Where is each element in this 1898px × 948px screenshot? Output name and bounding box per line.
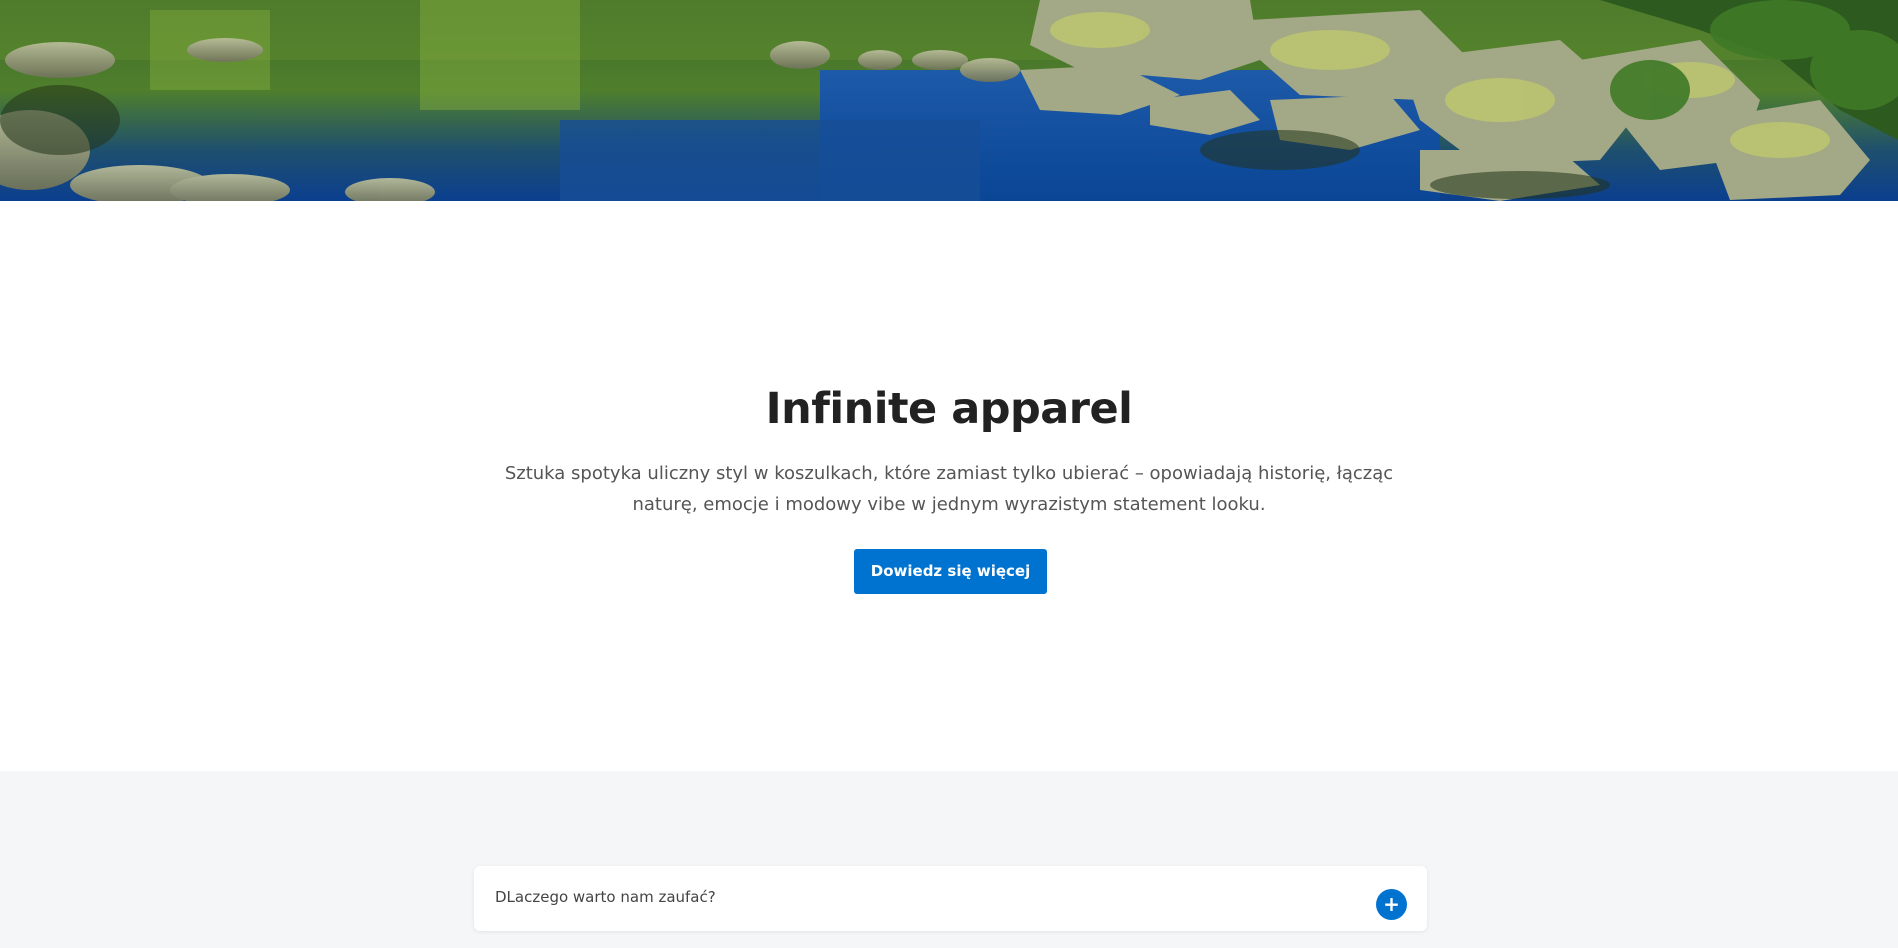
page-title: Infinite apparel xyxy=(765,384,1133,434)
faq-section: DLaczego warto nam zaufać? + xyxy=(0,771,1898,948)
lake-landscape-image xyxy=(0,0,1898,201)
faq-question: DLaczego warto nam zaufać? xyxy=(495,888,716,906)
hero-image xyxy=(0,0,1898,201)
intro-description: Sztuka spotyka uliczny styl w koszulkach… xyxy=(504,463,1394,515)
plus-icon[interactable]: + xyxy=(1376,889,1407,920)
intro-section: Infinite apparel Sztuka spotyka uliczny … xyxy=(0,201,1898,771)
learn-more-button[interactable]: Dowiedz się więcej xyxy=(854,549,1047,594)
faq-item[interactable]: DLaczego warto nam zaufać? + xyxy=(474,866,1427,931)
